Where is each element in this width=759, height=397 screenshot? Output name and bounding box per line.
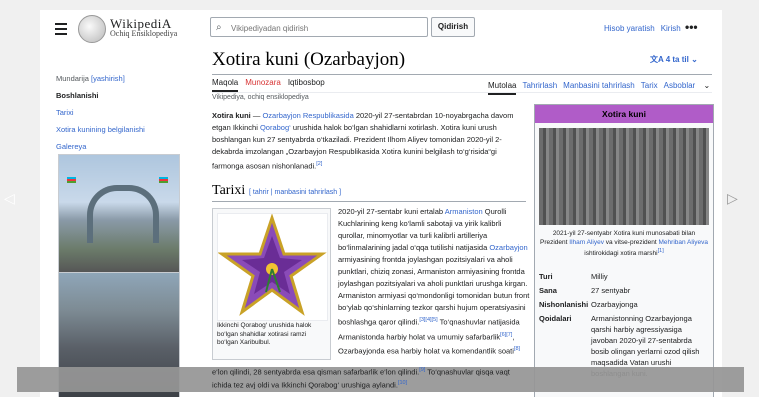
history-paragraph: 2020-yil 27-sentabr kuni ertalab Armanis… [338, 207, 530, 356]
search-button[interactable]: Qidirish [431, 17, 475, 37]
personal-tools: Hisob yaratish Kirish [604, 24, 687, 33]
translate-icon: 文A [650, 55, 664, 64]
toc-item-establishment[interactable]: Xotira kunining belgilanishi [56, 125, 178, 134]
tab-article[interactable]: Maqola [212, 75, 239, 92]
site-subtitle: Vikipediya, ochiq ensiklopediya [212, 94, 309, 101]
login-link[interactable]: Kirish [661, 24, 681, 33]
xaribulbul-image[interactable] [217, 213, 328, 321]
xaribulbul-thumbnail: Ikkinchi Qorabog‘ urushida halok bo‘lgan… [212, 208, 331, 360]
wiki-page: WikipediA Ochiq Ensiklopediya ⌕ Qidirish… [40, 10, 722, 397]
link-azerbaijan[interactable]: Ozarbayjon [489, 243, 527, 252]
reference-link[interactable]: [1] [658, 248, 664, 254]
reference-link[interactable]: [3][4][5] [419, 317, 437, 323]
language-button[interactable]: 文A 4 ta til ⌄ [650, 54, 698, 65]
tab-edit-source[interactable]: Manbasini tahrirlash [563, 78, 635, 93]
toc-hide-link[interactable]: [yashirish] [91, 74, 125, 83]
toc-item-top[interactable]: Boshlanishi [56, 91, 178, 100]
link-karabakh[interactable]: Qorabog‘ [260, 123, 291, 132]
infobox-photo[interactable] [539, 128, 709, 225]
search-input[interactable] [229, 20, 423, 36]
create-account-link[interactable]: Hisob yaratish [604, 24, 655, 33]
intro-paragraph: Xotira kuni — Ozarbayjon Respublikasida … [212, 111, 514, 171]
tab-quotes[interactable]: Iqtibosbop [288, 75, 325, 90]
toc-item-gallery[interactable]: Galereya [56, 142, 178, 151]
link-mehriban-aliyeva[interactable]: Mehriban Aliyeva [659, 239, 709, 246]
more-options-icon[interactable]: ••• [685, 20, 698, 34]
tabs-divider [212, 92, 712, 93]
memorial-arch [87, 185, 159, 243]
infobox: Xotira kuni 2021-yil 27-sentyabr Xotira … [534, 104, 714, 397]
chevron-down-icon: ⌄ [691, 55, 698, 64]
section-divider [212, 201, 526, 202]
next-arrow-icon[interactable]: ▷ [727, 190, 738, 207]
reference-link[interactable]: [8] [514, 346, 520, 352]
flag-icon [159, 177, 168, 183]
memorial-arch-photo[interactable] [58, 154, 180, 274]
tab-history[interactable]: Tarix [641, 78, 658, 93]
search-icon: ⌕ [216, 22, 222, 33]
link-ilham-aliyev[interactable]: Ilham Aliyev [569, 239, 604, 246]
tab-talk[interactable]: Munozara [245, 75, 281, 90]
link-azerbaijan-republic[interactable]: Ozarbayjon Respublikasida [262, 111, 353, 120]
link-armenia[interactable]: Armaniston [445, 207, 483, 216]
wikipedia-tagline: Ochiq Ensiklopediya [110, 29, 178, 38]
toc-item-history[interactable]: Tarixi [56, 108, 178, 117]
reference-link[interactable]: [10] [398, 380, 407, 386]
section-edit-links[interactable]: [ tahrir | manbasini tahrirlash ] [249, 189, 341, 196]
overlay-paragraph: e‘lon qilindi, 28 sentyabrda esa qisman … [212, 367, 510, 389]
tab-edit[interactable]: Tahrirlash [522, 78, 557, 93]
flag-icon [67, 177, 76, 183]
infobox-caption: 2021-yil 27-sentyabr Xotira kuni munosab… [539, 230, 709, 258]
page-title: Xotira kuni (Ozarbayjon) [212, 49, 406, 70]
wikipedia-globe-logo[interactable] [78, 15, 106, 43]
reference-link[interactable]: [2] [316, 161, 322, 167]
toc-heading: Mundarija [yashirish] [56, 74, 125, 83]
thumbnail-caption: Ikkinchi Qorabog‘ urushida halok bo‘lgan… [217, 322, 312, 346]
section-heading-history: Tarixi [212, 183, 246, 198]
infobox-title: Xotira kuni [535, 105, 713, 123]
reference-link[interactable]: [6][7] [500, 332, 512, 338]
main-menu-icon[interactable] [55, 23, 67, 38]
language-count: 4 ta til [665, 55, 689, 64]
table-of-contents: Mundarija [yashirish] Boshlanishi Tarixi… [56, 74, 178, 159]
previous-arrow-icon[interactable]: ◁ [4, 190, 15, 207]
namespace-tabs: Maqola Munozara Iqtibosbop [212, 75, 332, 92]
search-box[interactable]: ⌕ [210, 17, 428, 37]
